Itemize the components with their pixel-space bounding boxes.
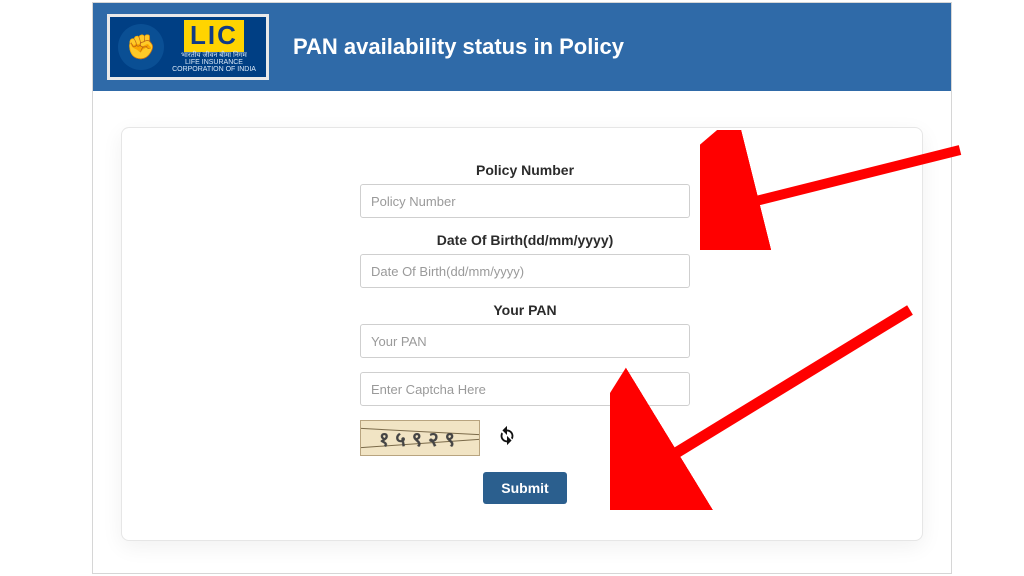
submit-button[interactable]: Submit xyxy=(483,472,566,504)
lic-logo: ✊ LIC भारतीय जीवन बीमा निगम LIFE INSURAN… xyxy=(107,14,269,80)
captcha-image: १५९२९ xyxy=(360,420,480,456)
header-bar: ✊ LIC भारतीय जीवन बीमा निगम LIFE INSURAN… xyxy=(93,3,951,91)
logo-tagline-top: भारतीय जीवन बीमा निगम xyxy=(181,52,247,59)
refresh-captcha-icon[interactable] xyxy=(496,424,518,452)
dob-input[interactable] xyxy=(360,254,690,288)
hands-emblem-icon: ✊ xyxy=(118,24,164,70)
pan-input[interactable] xyxy=(360,324,690,358)
page-title: PAN availability status in Policy xyxy=(293,34,624,60)
policy-number-input[interactable] xyxy=(360,184,690,218)
pan-label: Your PAN xyxy=(360,302,690,318)
captcha-input[interactable] xyxy=(360,372,690,406)
policy-number-label: Policy Number xyxy=(360,162,690,178)
logo-text: LIC xyxy=(184,20,244,51)
page-container: ✊ LIC भारतीय जीवन बीमा निगम LIFE INSURAN… xyxy=(92,2,952,574)
dob-label: Date Of Birth(dd/mm/yyyy) xyxy=(360,232,690,248)
form-card: Policy Number Date Of Birth(dd/mm/yyyy) … xyxy=(121,127,923,541)
captcha-image-text: १५९२९ xyxy=(360,421,479,455)
logo-tagline-bottom: LIFE INSURANCE CORPORATION OF INDIA xyxy=(170,59,258,74)
